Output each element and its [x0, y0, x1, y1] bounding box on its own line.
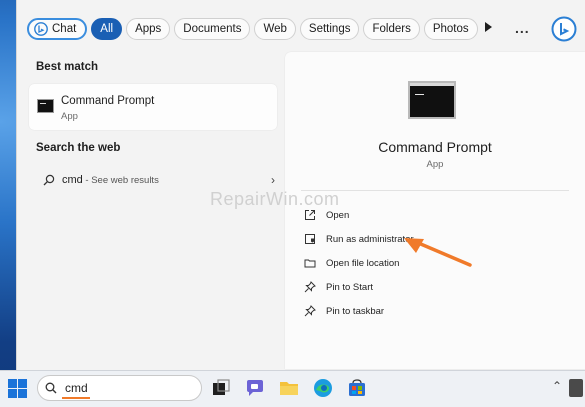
filter-folders-label: Folders: [372, 23, 411, 35]
preview-type: App: [426, 159, 444, 170]
preview-pane: Command Prompt App RepairWin.com Open Ru…: [210, 52, 585, 369]
search-icon: [45, 382, 57, 394]
folder-icon: [304, 259, 316, 268]
more-options-button[interactable]: ...: [515, 20, 530, 36]
filter-folders[interactable]: Folders: [363, 18, 420, 40]
shield-icon: [305, 234, 315, 244]
action-pin-to-start[interactable]: Pin to Start: [304, 279, 373, 295]
command-prompt-large-icon: [408, 81, 456, 119]
taskbar-search-box[interactable]: cmd: [37, 375, 202, 401]
filter-photos-label: Photos: [432, 23, 469, 35]
edge-browser-icon[interactable]: [312, 377, 334, 399]
preview-title: Command Prompt: [378, 139, 492, 155]
microsoft-store-icon[interactable]: [346, 377, 368, 399]
chat-app-icon[interactable]: [244, 377, 266, 399]
divider: [301, 190, 569, 191]
tray-device-icon[interactable]: [569, 379, 583, 397]
search-icon: [43, 174, 55, 186]
web-see-results: - See web results: [82, 175, 159, 186]
command-prompt-icon: [37, 99, 54, 113]
chevron-up-icon[interactable]: ⌃: [552, 379, 562, 393]
web-query: cmd: [62, 174, 83, 186]
filter-bar: Chat All Apps Documents Web Settings Fol…: [27, 17, 482, 41]
action-pin-to-taskbar[interactable]: Pin to taskbar: [304, 303, 384, 319]
filter-photos[interactable]: Photos: [423, 18, 478, 40]
best-match-result[interactable]: Command Prompt App: [29, 84, 277, 130]
web-result-text: cmd - See web results: [62, 174, 159, 186]
taskbar-search-value: cmd: [65, 381, 88, 395]
action-run-as-administrator[interactable]: Run as administrator: [304, 231, 414, 247]
task-view-icon[interactable]: [210, 377, 232, 399]
pin-icon: [304, 305, 316, 317]
action-open-file-location-label: Open file location: [326, 257, 400, 269]
bing-chat-icon: [34, 22, 48, 36]
chat-chip-label: Chat: [52, 23, 77, 35]
filter-documents[interactable]: Documents: [174, 18, 251, 40]
action-run-as-administrator-label: Run as administrator: [326, 233, 414, 245]
best-match-heading: Best match: [36, 61, 98, 73]
filter-settings-label: Settings: [308, 23, 351, 35]
filter-all-label: All: [100, 23, 114, 35]
action-open-file-location[interactable]: Open file location: [304, 255, 399, 271]
filter-settings[interactable]: Settings: [299, 18, 360, 40]
search-web-heading: Search the web: [36, 142, 121, 154]
search-panel: Chat All Apps Documents Web Settings Fol…: [16, 0, 585, 370]
filter-documents-label: Documents: [183, 23, 242, 35]
file-explorer-icon[interactable]: [278, 377, 300, 399]
action-pin-to-taskbar-label: Pin to taskbar: [326, 305, 385, 317]
best-match-name: Command Prompt: [61, 95, 155, 107]
action-pin-to-start-label: Pin to Start: [326, 281, 373, 293]
filter-web-label: Web: [263, 23, 287, 35]
windows-start-icon[interactable]: [8, 379, 27, 398]
filter-web[interactable]: Web: [254, 18, 296, 40]
bing-button-icon[interactable]: [551, 16, 577, 42]
chevron-right-icon: ›: [271, 173, 275, 187]
annotation-arrow: [404, 238, 472, 267]
action-open[interactable]: Open: [304, 207, 349, 223]
best-match-type: App: [61, 111, 78, 122]
action-open-label: Open: [326, 209, 350, 221]
chat-chip[interactable]: Chat: [27, 18, 88, 40]
filter-apps[interactable]: Apps: [126, 18, 171, 40]
taskbar: cmd ⌃: [0, 370, 585, 407]
open-icon: [305, 210, 315, 220]
annotation-underline: [62, 397, 90, 399]
filter-all[interactable]: All: [91, 18, 123, 40]
filter-apps-label: Apps: [135, 23, 162, 35]
play-icon[interactable]: [485, 22, 492, 32]
pin-icon: [304, 281, 316, 293]
